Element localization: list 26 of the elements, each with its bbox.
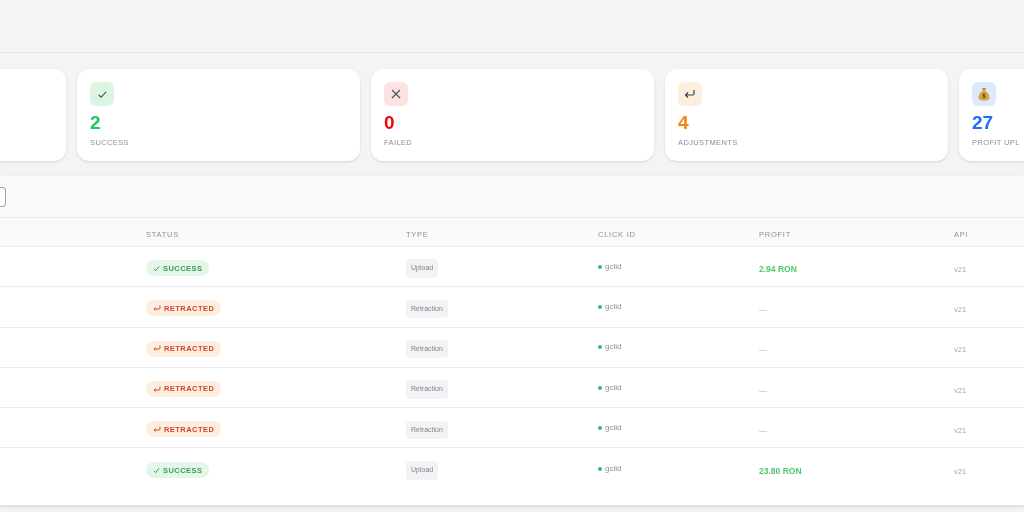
stat-value: 4 xyxy=(678,112,689,134)
return-arrow-icon xyxy=(684,89,696,99)
return-arrow-icon xyxy=(153,385,161,393)
input-field[interactable] xyxy=(0,186,6,207)
table-cell: gclid xyxy=(605,341,622,354)
table-cell: — xyxy=(759,345,767,355)
return-arrow-icon xyxy=(153,345,161,353)
stat-value: 0 xyxy=(384,112,395,134)
table-cell: gclid xyxy=(605,381,622,394)
table-cell: — xyxy=(759,385,767,395)
table-cell: gclid xyxy=(605,300,622,313)
table-cell: 23.80 RON xyxy=(759,465,802,476)
close-icon xyxy=(391,89,401,99)
return-arrow-icon xyxy=(153,304,161,312)
table-cell: 2.94 RON xyxy=(759,263,797,274)
stat-value: 2 xyxy=(90,112,101,134)
check-icon xyxy=(153,466,160,474)
table-cell: gclid xyxy=(605,462,622,475)
table-cell: gclid xyxy=(605,421,622,434)
table-cell: — xyxy=(759,425,767,435)
money-bag-icon xyxy=(978,87,990,101)
table-cell: gclid xyxy=(605,260,622,273)
return-arrow-icon xyxy=(153,425,161,433)
check-icon xyxy=(153,264,160,272)
table-cell: — xyxy=(759,304,767,314)
stat-value: 27 xyxy=(972,112,994,134)
